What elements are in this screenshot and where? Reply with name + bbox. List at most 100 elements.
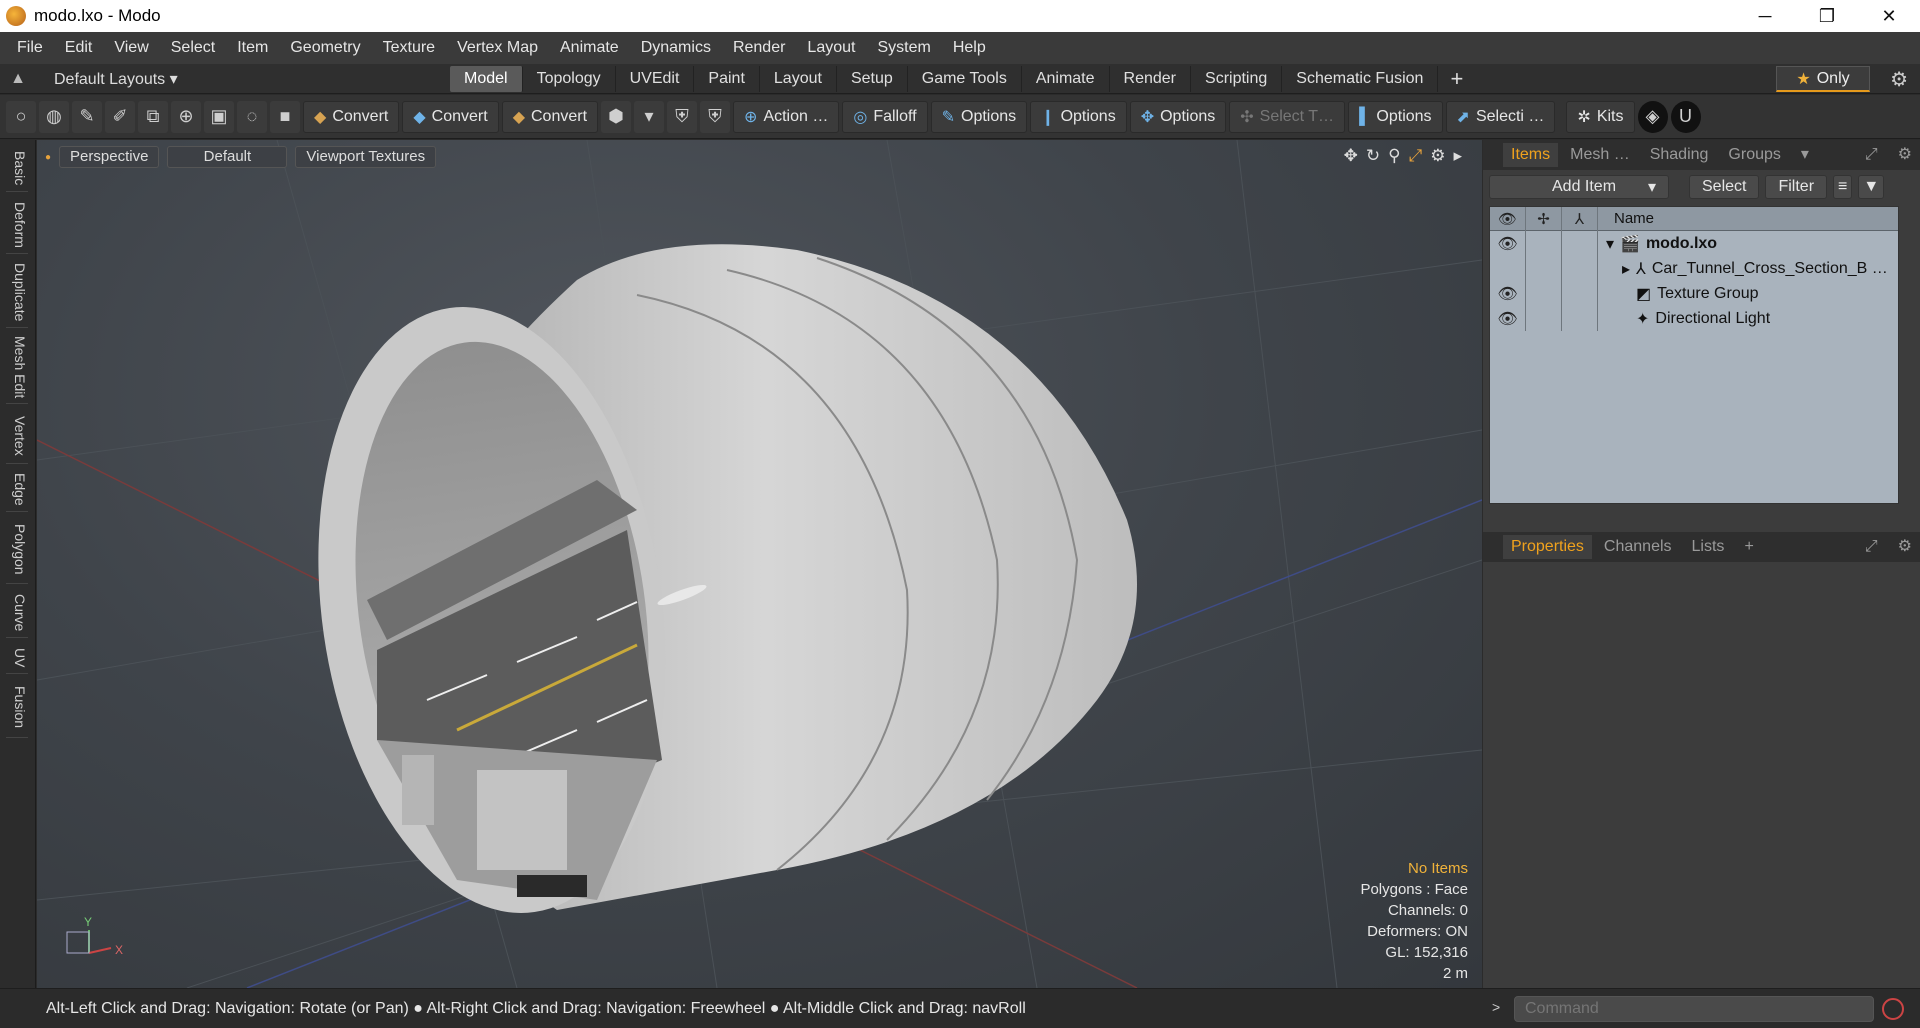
menu-select[interactable]: Select <box>160 39 226 57</box>
restore-button[interactable]: ❐ <box>1796 0 1858 32</box>
tab-mesh[interactable]: Mesh … <box>1562 143 1638 167</box>
tab-layout[interactable]: Layout <box>760 65 837 92</box>
sidebar-tab-mesh-edit[interactable]: Mesh Edit <box>6 332 28 404</box>
menu-dynamics[interactable]: Dynamics <box>630 39 722 57</box>
scale-icon[interactable]: ▣ <box>204 100 234 133</box>
sidebar-tab-duplicate[interactable]: Duplicate <box>6 258 28 328</box>
pan-icon[interactable]: ✥ <box>1344 146 1358 166</box>
pen-icon[interactable]: ✎ <box>72 100 102 133</box>
filter-button[interactable]: Filter <box>1765 175 1828 199</box>
tab-animate[interactable]: Animate <box>1022 65 1110 92</box>
menu-edit[interactable]: Edit <box>54 39 104 57</box>
options-button-4[interactable]: ▌ Options <box>1348 100 1443 133</box>
record-macro-icon[interactable] <box>1882 998 1904 1020</box>
command-arrow-icon[interactable]: > <box>1492 999 1500 1015</box>
kits-button[interactable]: ✲ Kits <box>1566 100 1635 133</box>
menu-help[interactable]: Help <box>942 39 997 57</box>
tab-lists[interactable]: Lists <box>1684 535 1733 559</box>
sidebar-tab-polygon[interactable]: Polygon <box>6 516 28 584</box>
view-type-button[interactable]: Perspective <box>59 146 160 168</box>
sidebar-tab-fusion[interactable]: Fusion <box>6 678 28 738</box>
convert-button-2[interactable]: ◆ Convert <box>402 100 499 133</box>
sidebar-tab-deform[interactable]: Deform <box>6 196 28 254</box>
only-toggle[interactable]: ★ Only <box>1776 66 1870 92</box>
eye-icon[interactable]: 👁 <box>1490 306 1526 331</box>
tab-properties[interactable]: Properties <box>1503 535 1592 559</box>
tree-row-texture-group[interactable]: 👁 ◩ Texture Group <box>1490 281 1898 306</box>
convert-button-3[interactable]: ◆ Convert <box>501 100 599 133</box>
tab-shading[interactable]: Shading <box>1642 143 1717 167</box>
menu-vertex-map[interactable]: Vertex Map <box>446 39 549 57</box>
rotate-icon[interactable]: ◌ <box>237 100 267 133</box>
tab-topology[interactable]: Topology <box>523 65 616 92</box>
tab-items[interactable]: Items <box>1503 143 1559 167</box>
render-column-icon[interactable]: ⅄ <box>1562 206 1598 231</box>
expand-icon[interactable]: ⤢ <box>1857 143 1886 167</box>
tab-paint[interactable]: Paint <box>694 65 760 92</box>
panel-gear-icon[interactable]: ⚙ <box>1890 143 1920 167</box>
menu-system[interactable]: System <box>866 39 941 57</box>
snapping-icon[interactable]: ⛨ <box>700 100 731 133</box>
collapse-up-icon[interactable]: ▲ <box>0 70 36 88</box>
sidebar-tab-edge[interactable]: Edge <box>6 468 28 512</box>
select-vertices-icon[interactable]: ○ <box>6 100 36 133</box>
unreal-icon[interactable]: U <box>1670 100 1701 133</box>
tab-game-tools[interactable]: Game Tools <box>908 65 1022 92</box>
funnel-icon[interactable]: ▼ <box>1858 175 1885 199</box>
transform-icon[interactable]: ⊕ <box>171 100 201 133</box>
sidebar-tab-vertex[interactable]: Vertex <box>6 408 28 464</box>
tab-schematic-fusion[interactable]: Schematic Fusion <box>1282 65 1439 92</box>
menu-animate[interactable]: Animate <box>549 39 630 57</box>
sidebar-tab-basic[interactable]: Basic <box>6 146 28 192</box>
command-input[interactable] <box>1514 996 1874 1022</box>
mesh-cube-icon[interactable]: ⬢ <box>601 100 632 133</box>
add-panel-tab-button[interactable]: + <box>1736 535 1761 559</box>
tree-row-scene[interactable]: 👁 ▾ 🎬 modo.lxo <box>1490 231 1898 256</box>
minimize-button[interactable]: ─ <box>1734 0 1796 32</box>
symmetry-icon[interactable]: ⛨ <box>667 100 698 133</box>
move-icon[interactable]: ⧉ <box>138 100 168 133</box>
name-column-header[interactable]: Name <box>1598 210 1654 227</box>
options-button-3[interactable]: ✥ Options <box>1129 100 1227 133</box>
action-center-button[interactable]: ⊕ Action … <box>733 100 840 133</box>
3d-viewport[interactable]: Y X ● Perspective Default Viewport Textu… <box>37 140 1482 988</box>
lock-column-icon[interactable]: ✢ <box>1526 206 1562 231</box>
layouts-dropdown[interactable]: Default Layouts ▾ <box>54 69 178 89</box>
zoom-icon[interactable]: ⚲ <box>1388 146 1400 166</box>
menu-layout[interactable]: Layout <box>796 39 866 57</box>
expand-triangle-icon[interactable]: ▾ <box>1606 234 1614 254</box>
falloff-button[interactable]: ◎ Falloff <box>842 100 928 133</box>
tab-render[interactable]: Render <box>1110 65 1192 92</box>
chevron-down-icon[interactable]: ▾ <box>1793 143 1817 167</box>
unity-icon[interactable]: ◈ <box>1637 100 1668 133</box>
panel-gear-icon[interactable]: ⚙ <box>1890 535 1920 559</box>
menu-item[interactable]: Item <box>226 39 279 57</box>
collapse-triangle-icon[interactable]: ▸ <box>1622 259 1630 279</box>
tab-setup[interactable]: Setup <box>837 65 908 92</box>
tab-scripting[interactable]: Scripting <box>1191 65 1283 92</box>
tree-row-directional-light[interactable]: 👁 ✦ Directional Light <box>1490 306 1898 331</box>
convert-button-1[interactable]: ◆ Convert <box>303 100 400 133</box>
maximize-icon[interactable]: ⤢ <box>1409 146 1423 166</box>
sidebar-tab-uv[interactable]: UV <box>6 642 28 674</box>
expand-icon[interactable]: ⤢ <box>1857 535 1886 559</box>
close-button[interactable]: ✕ <box>1858 0 1920 32</box>
eye-icon[interactable]: 👁 <box>1490 281 1526 306</box>
selection-sets-button[interactable]: ⬈ Selecti … <box>1445 100 1556 133</box>
add-item-button[interactable]: Add Item ▾ <box>1489 175 1669 199</box>
sidebar-tab-curve[interactable]: Curve <box>6 588 28 638</box>
options-button-1[interactable]: ✎ Options <box>930 100 1028 133</box>
viewport-menu-icon[interactable]: ● <box>45 152 51 163</box>
shading-style-button[interactable]: Default <box>167 146 288 168</box>
viewport-textures-button[interactable]: Viewport Textures <box>295 146 437 168</box>
menu-geometry[interactable]: Geometry <box>279 39 371 57</box>
add-tab-button[interactable]: + <box>1438 66 1475 92</box>
visibility-column-icon[interactable]: 👁 <box>1490 206 1526 231</box>
menu-texture[interactable]: Texture <box>372 39 446 57</box>
tab-uvedit[interactable]: UVEdit <box>616 65 695 92</box>
tab-groups[interactable]: Groups <box>1720 143 1788 167</box>
select-button[interactable]: Select <box>1689 175 1760 199</box>
options-button-2[interactable]: ❙ Options <box>1030 100 1127 133</box>
menu-view[interactable]: View <box>103 39 159 57</box>
menu-file[interactable]: File <box>6 39 54 57</box>
